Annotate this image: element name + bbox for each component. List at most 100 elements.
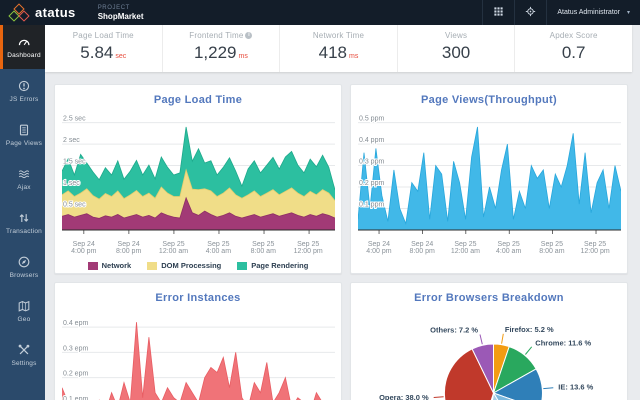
document-icon <box>17 123 31 137</box>
sidebar-item-page-views[interactable]: Page Views <box>0 113 45 157</box>
x-axis-tick-label: Sep 2512:00 am <box>451 241 480 255</box>
waves-icon <box>17 167 31 181</box>
y-axis-tick-label: 0.1 epm <box>63 396 88 400</box>
chart-cards: Page Load Time 2.5 sec2 sec1.5 sec1 sec0… <box>54 84 628 400</box>
sidebar-item-browsers[interactable]: Browsers <box>0 245 45 289</box>
metric-label: Frontend Timei <box>163 31 280 40</box>
chart-legend: Network DOM Processing Page Rendering <box>62 261 334 270</box>
sidebar-item-label: Transaction <box>6 228 42 235</box>
sidebar-item-label: Settings <box>11 360 36 367</box>
plot-area: 2.5 sec2 sec1.5 sec1 sec0.5 sec <box>62 110 335 236</box>
plot-area: 0.5 ppm 0.4 ppm 0.3 ppm 0.2 ppm 0.1 ppm <box>358 110 621 236</box>
project-name: ShopMarket <box>98 13 144 21</box>
sidebar-item-js-errors[interactable]: JS Errors <box>0 69 45 113</box>
x-axis-tick-label: Sep 254:00 am <box>496 241 521 255</box>
top-bar: atatus PROJECT ShopMarket Atatus Adminis… <box>0 0 640 25</box>
pie-slice-label: Others: 7.2 % <box>430 326 478 335</box>
legend-item[interactable]: DOM Processing <box>147 261 221 270</box>
error-browsers-pie-chart: Firefox: 5.2 %Chrome: 11.6 %IE: 13.6 %Op… <box>358 308 620 400</box>
chevron-down-icon: ▾ <box>627 9 630 16</box>
metric-unit: ms <box>349 53 358 60</box>
metric-label: Network Time <box>280 31 397 40</box>
sidebar-item-label: Dashboard <box>7 52 41 59</box>
sidebar-item-settings[interactable]: Settings <box>0 333 45 377</box>
x-axis-labels: Sep 244:00 pm Sep 248:00 pm Sep 2512:00 am… <box>358 241 620 257</box>
metric-page-load-time: Page Load Time 5.84sec <box>45 25 162 72</box>
y-axis-tick-label: 0.5 ppm <box>359 116 384 123</box>
legend-label: Page Rendering <box>251 261 308 270</box>
y-axis-tick-label: 0.3 ppm <box>359 159 384 166</box>
y-axis-tick-label: 0.4 epm <box>63 320 88 327</box>
legend-item[interactable]: Network <box>88 261 132 270</box>
info-icon[interactable]: i <box>245 32 252 39</box>
pie-plot-area: Firefox: 5.2 %Chrome: 11.6 %IE: 13.6 %Op… <box>358 308 621 400</box>
metric-summary-bar: Page Load Time 5.84secFrontend Timei 1,229… <box>45 25 632 72</box>
metric-value: 1,229ms <box>163 43 280 63</box>
x-axis-tick-label: Sep 2512:00 pm <box>294 241 323 255</box>
metric-value: 5.84sec <box>45 43 162 63</box>
legend-label: Network <box>102 261 132 270</box>
y-axis-tick-label: 2.5 sec <box>63 116 86 123</box>
y-axis-tick-label: 1 sec <box>63 180 80 187</box>
sidebar-item-label: Browsers <box>10 272 39 279</box>
page-views-chart: 0.5 ppm 0.4 ppm 0.3 ppm 0.2 ppm 0.1 ppm Sep 2… <box>358 110 620 257</box>
tools-icon <box>17 343 31 357</box>
pie-slice-label: Opera: 38.0 % <box>379 393 429 400</box>
apps-grid-button[interactable] <box>482 0 514 25</box>
x-axis-tick-label: Sep 2512:00 pm <box>581 241 610 255</box>
metric-network-time: Network Time 418ms <box>279 25 397 72</box>
plot-area: 0.4 epm 0.3 epm 0.2 epm 0.1 epm <box>62 308 335 400</box>
metric-value: 0.7 <box>515 43 632 63</box>
page-load-time-chart: 2.5 sec2 sec1.5 sec1 sec0.5 secSep 244:0… <box>62 110 334 270</box>
chart-title: Error Instances <box>55 292 341 304</box>
metric-value: 300 <box>398 43 515 63</box>
x-axis-tick-label: Sep 248:00 pm <box>116 241 141 255</box>
gauge-icon <box>17 35 31 49</box>
page-load-time-card: Page Load Time 2.5 sec2 sec1.5 sec1 sec0… <box>54 84 342 274</box>
metric-unit: ms <box>238 53 247 60</box>
y-axis-tick-label: 0.4 ppm <box>359 137 384 144</box>
x-axis-tick-label: Sep 244:00 pm <box>71 241 96 255</box>
y-axis-tick-label: 0.3 epm <box>63 345 88 352</box>
error-instances-card: Error Instances 0.4 epm 0.3 epm 0.2 epm 0.1… <box>54 282 342 400</box>
transaction-icon <box>17 211 31 225</box>
sidebar-item-dashboard[interactable]: Dashboard <box>0 25 45 69</box>
project-selector[interactable]: PROJECT ShopMarket <box>98 5 144 21</box>
error-browsers-card: Error Browsers Breakdown Firefox: 5.2 %C… <box>350 282 628 400</box>
legend-swatch <box>88 262 98 270</box>
sidebar-item-label: Ajax <box>17 184 30 191</box>
sidebar-item-geo[interactable]: Geo <box>0 289 45 333</box>
x-axis-tick-label: Sep 244:00 pm <box>366 241 391 255</box>
chart-title: Page Load Time <box>55 94 341 106</box>
y-axis-tick-label: 0.2 epm <box>63 371 88 378</box>
legend-label: DOM Processing <box>161 261 221 270</box>
pie-slice-label: Firefox: 5.2 % <box>505 325 554 334</box>
sidebar-item-label: Page Views <box>6 140 42 147</box>
x-axis-tick-label: Sep 2512:00 am <box>159 241 188 255</box>
map-icon <box>17 299 31 313</box>
main-content: Page Load Time 5.84secFrontend Timei 1,229… <box>45 25 640 400</box>
y-axis-tick-label: 1.5 sec <box>63 159 86 166</box>
brand-name: atatus <box>35 5 76 20</box>
sidebar-item-ajax[interactable]: Ajax <box>0 157 45 201</box>
user-menu[interactable]: Atatus Administrator ▾ <box>546 0 640 25</box>
x-axis-tick-label: Sep 254:00 am <box>206 241 231 255</box>
settings-gear-button[interactable] <box>514 0 546 25</box>
metric-label: Page Load Time <box>45 31 162 40</box>
legend-item[interactable]: Page Rendering <box>237 261 308 270</box>
metric-value: 418ms <box>280 43 397 63</box>
atatus-logo[interactable]: atatus <box>9 4 76 22</box>
metric-apdex-score: Apdex Score0.7 <box>514 25 632 72</box>
metric-label: Views <box>398 31 515 40</box>
y-axis-tick-label: 0.1 ppm <box>359 202 384 209</box>
chart-title: Error Browsers Breakdown <box>351 292 627 304</box>
metric-unit: sec <box>115 53 126 60</box>
user-menu-label: Atatus Administrator <box>557 9 620 16</box>
compass-icon <box>17 255 31 269</box>
chart-title: Page Views(Throughput) <box>351 94 627 106</box>
metric-frontend-time: Frontend Timei 1,229ms <box>162 25 280 72</box>
x-axis-tick-label: Sep 248:00 pm <box>410 241 435 255</box>
sidebar-item-transaction[interactable]: Transaction <box>0 201 45 245</box>
error-gear-icon <box>17 79 31 93</box>
y-axis-tick-label: 0.2 ppm <box>359 180 384 187</box>
